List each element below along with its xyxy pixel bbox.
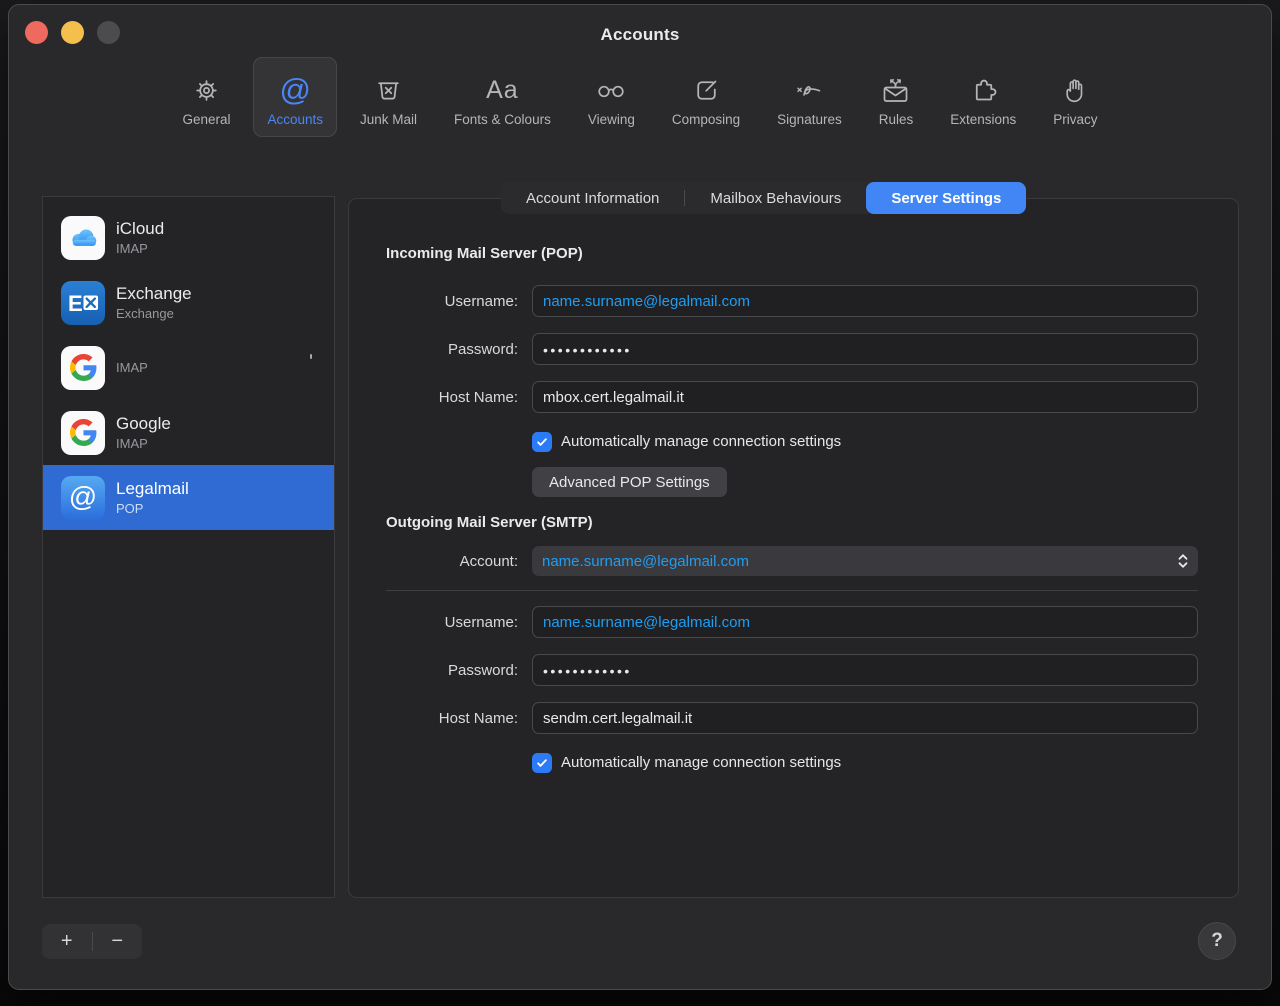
titlebar: Accounts: [9, 5, 1271, 61]
add-account-button[interactable]: +: [42, 924, 92, 959]
account-name: iCloud: [116, 218, 164, 240]
incoming-hostname-row: Host Name: mbox.cert.legalmail.it: [386, 381, 1198, 413]
at-icon: @: [279, 72, 310, 108]
toolbar-label: Signatures: [777, 112, 842, 127]
toolbar-item-junk-mail[interactable]: Junk Mail: [346, 57, 431, 137]
preferences-window: Accounts General @ Accounts: [8, 4, 1272, 990]
separator: [386, 590, 1198, 591]
toolbar-item-extensions[interactable]: Extensions: [936, 57, 1030, 137]
outgoing-password-input[interactable]: ••••••••••••: [532, 654, 1198, 686]
google-icon: [61, 346, 105, 390]
account-settings-panel: Incoming Mail Server (POP) Username: nam…: [348, 198, 1239, 898]
tab-account-information[interactable]: Account Information: [501, 182, 684, 214]
account-type: IMAP: [116, 436, 171, 452]
outgoing-password-row: Password: ••••••••••••: [386, 654, 1198, 686]
account-name: Google: [116, 413, 171, 435]
fonts-icon: Aa: [486, 72, 519, 108]
compose-icon: [692, 72, 721, 108]
add-remove-control: + −: [42, 924, 142, 959]
preferences-toolbar: General @ Accounts Junk Mail Aa Fonts & …: [9, 57, 1271, 141]
outgoing-account-row: Account: name.surname@legalmail.com: [386, 546, 1198, 576]
checkbox-checked-icon[interactable]: [532, 753, 552, 773]
stray-mark: [310, 354, 312, 359]
outgoing-section-title: Outgoing Mail Server (SMTP): [386, 514, 1198, 531]
svg-text:E: E: [68, 291, 83, 316]
account-row-imap[interactable]: IMAP: [43, 335, 334, 400]
incoming-username-row: Username: name.surname@legalmail.com: [386, 285, 1198, 317]
exchange-icon: E: [61, 281, 105, 325]
rules-envelope-icon: [880, 72, 911, 108]
help-button[interactable]: ?: [1198, 922, 1236, 960]
toolbar-label: Accounts: [267, 112, 323, 127]
hostname-label: Host Name:: [386, 710, 518, 727]
incoming-hostname-input[interactable]: mbox.cert.legalmail.it: [532, 381, 1198, 413]
window-title: Accounts: [9, 5, 1271, 61]
account-row-icloud[interactable]: iCloud IMAP: [43, 205, 334, 270]
outgoing-hostname-input[interactable]: sendm.cert.legalmail.it: [532, 702, 1198, 734]
remove-account-button[interactable]: −: [93, 924, 143, 959]
toolbar-label: Extensions: [950, 112, 1016, 127]
toolbar-label: Privacy: [1053, 112, 1097, 127]
hand-icon: [1063, 72, 1088, 108]
checkbox-checked-icon[interactable]: [532, 432, 552, 452]
auto-manage-label: Automatically manage connection settings: [561, 754, 841, 771]
incoming-auto-manage-row: Automatically manage connection settings: [532, 431, 1198, 452]
outgoing-hostname-row: Host Name: sendm.cert.legalmail.it: [386, 702, 1198, 734]
tab-server-settings[interactable]: Server Settings: [866, 182, 1026, 214]
account-row-exchange[interactable]: E Exchange Exchange: [43, 270, 334, 335]
incoming-section-title: Incoming Mail Server (POP): [386, 245, 1198, 262]
toolbar-label: Fonts & Colours: [454, 112, 551, 127]
toolbar-item-fonts-colours[interactable]: Aa Fonts & Colours: [440, 57, 565, 137]
username-label: Username:: [386, 614, 518, 631]
account-type: Exchange: [116, 306, 192, 322]
toolbar-label: Junk Mail: [360, 112, 417, 127]
toolbar-item-composing[interactable]: Composing: [658, 57, 754, 137]
toolbar-label: Composing: [672, 112, 740, 127]
icloud-icon: [61, 216, 105, 260]
settings-tab-bar: Account Information Mailbox Behaviours S…: [501, 182, 1026, 214]
gear-icon: [192, 72, 221, 108]
toolbar-label: General: [182, 112, 230, 127]
advanced-pop-settings-button[interactable]: Advanced POP Settings: [532, 467, 727, 497]
toolbar-item-viewing[interactable]: Viewing: [574, 57, 649, 137]
toolbar-item-rules[interactable]: Rules: [865, 57, 928, 137]
toolbar-item-privacy[interactable]: Privacy: [1039, 57, 1111, 137]
toolbar-label: Viewing: [588, 112, 635, 127]
smtp-account-value: name.surname@legalmail.com: [542, 553, 749, 570]
account-row-legalmail[interactable]: @ Legalmail POP: [43, 465, 334, 530]
chevron-up-down-icon: [1177, 552, 1189, 574]
outgoing-username-row: Username: name.surname@legalmail.com: [386, 606, 1198, 638]
hostname-label: Host Name:: [386, 389, 518, 406]
tab-mailbox-behaviours[interactable]: Mailbox Behaviours: [685, 182, 866, 214]
puzzle-icon: [969, 72, 998, 108]
password-label: Password:: [386, 662, 518, 679]
account-list: iCloud IMAP E Exchange Exchange: [42, 196, 335, 898]
smtp-account-dropdown[interactable]: name.surname@legalmail.com: [532, 546, 1198, 576]
account-name: Legalmail: [116, 478, 189, 500]
toolbar-item-accounts[interactable]: @ Accounts: [253, 57, 337, 137]
incoming-password-row: Password: ••••••••••••: [386, 333, 1198, 365]
auto-manage-label: Automatically manage connection settings: [561, 433, 841, 450]
account-type: POP: [116, 501, 189, 517]
server-settings-form: Incoming Mail Server (POP) Username: nam…: [386, 199, 1198, 773]
outgoing-username-input[interactable]: name.surname@legalmail.com: [532, 606, 1198, 638]
password-label: Password:: [386, 341, 518, 358]
glasses-icon: [595, 72, 627, 108]
account-type: IMAP: [116, 241, 164, 257]
toolbar-item-general[interactable]: General: [168, 57, 244, 137]
incoming-password-input[interactable]: ••••••••••••: [532, 333, 1198, 365]
google-icon: [61, 411, 105, 455]
username-label: Username:: [386, 293, 518, 310]
signature-icon: [793, 72, 825, 108]
toolbar-label: Rules: [879, 112, 914, 127]
account-label: Account:: [386, 553, 518, 570]
account-name: Exchange: [116, 283, 192, 305]
incoming-username-input[interactable]: name.surname@legalmail.com: [532, 285, 1198, 317]
account-row-google[interactable]: Google IMAP: [43, 400, 334, 465]
junk-bin-icon: [374, 72, 403, 108]
at-icon: @: [61, 476, 105, 520]
outgoing-auto-manage-row: Automatically manage connection settings: [532, 752, 1198, 773]
account-type: IMAP: [116, 360, 148, 376]
toolbar-item-signatures[interactable]: Signatures: [763, 57, 856, 137]
